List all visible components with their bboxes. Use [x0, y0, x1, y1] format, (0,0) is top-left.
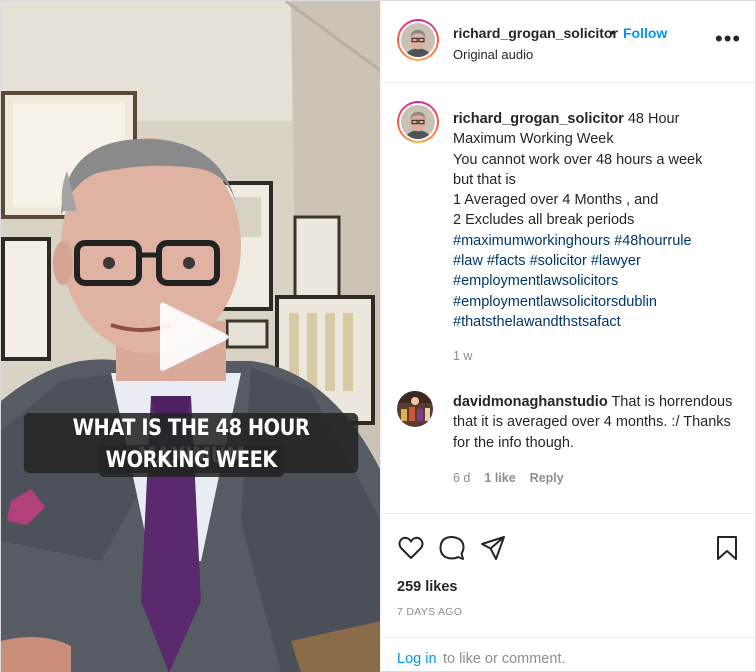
login-link[interactable]: Log in	[397, 651, 437, 667]
profile-photo	[401, 23, 435, 57]
hashtag-link[interactable]: #maximumworkinghours	[453, 233, 610, 249]
post-caption: richard_grogan_solicitor 48 Hour Maximum…	[453, 109, 743, 332]
caption-line: 2 Excludes all break periods	[453, 212, 635, 229]
overlay-text: WORKING WEEK	[98, 445, 284, 477]
post-details-panel: richard_grogan_solicitor • Follow Origin…	[380, 1, 756, 672]
instagram-post: WHAT IS THE 48 HOUR MAXIMUM WORKING WEEK	[0, 0, 756, 672]
hashtag-link[interactable]: #employmentlawsolicitorsdublin	[453, 292, 743, 312]
author-username[interactable]: richard_grogan_solicitor	[453, 25, 618, 41]
comment-icon[interactable]	[438, 534, 466, 562]
hashtag-link[interactable]: #employmentlawsolicitors	[453, 271, 743, 291]
share-icon[interactable]	[479, 534, 507, 562]
play-icon[interactable]	[156, 297, 232, 377]
caption-username[interactable]: richard_grogan_solicitor	[453, 111, 624, 127]
comment-timestamp[interactable]: 6 d	[453, 471, 470, 485]
bookmark-icon[interactable]	[713, 534, 741, 562]
post-header: richard_grogan_solicitor • Follow Origin…	[381, 1, 756, 83]
follow-button[interactable]: Follow	[623, 25, 667, 41]
caption-line: Maximum Working Week	[453, 131, 614, 148]
hashtag-link[interactable]: #thatsthelawandthstsafact	[453, 312, 743, 332]
separator-dot: •	[610, 24, 615, 40]
profile-photo	[401, 105, 435, 139]
login-prompt: Log in to like or comment.	[381, 637, 756, 672]
hashtag-link[interactable]: #law	[453, 253, 483, 269]
comment-meta: 6 d 1 like Reply	[453, 471, 564, 485]
caption-line: 1 Averaged over 4 Months , and	[453, 192, 659, 209]
caption-author-avatar[interactable]	[397, 101, 439, 143]
caption-timestamp[interactable]: 1 w	[453, 349, 472, 363]
likes-count[interactable]: 259 likes	[397, 579, 457, 595]
video-player[interactable]: WHAT IS THE 48 HOUR MAXIMUM WORKING WEEK	[1, 1, 380, 672]
hashtag-link[interactable]: #48hourrule	[614, 233, 691, 249]
audio-label[interactable]: Original audio	[453, 47, 533, 62]
login-prompt-text: to like or comment.	[443, 651, 566, 667]
reply-button[interactable]: Reply	[530, 471, 564, 485]
caption-line: You cannot work over 48 hours a week	[453, 151, 703, 168]
post-date[interactable]: 7 DAYS AGO	[397, 606, 462, 618]
action-bar	[381, 513, 756, 573]
more-options-icon[interactable]: •••	[715, 28, 741, 50]
hashtag-link[interactable]: #lawyer	[591, 253, 641, 269]
author-avatar[interactable]	[397, 19, 439, 61]
comment-likes[interactable]: 1 like	[484, 471, 515, 485]
commenter-username[interactable]: davidmonaghanstudio	[453, 394, 608, 410]
caption-line: 48 Hour	[627, 111, 680, 127]
hashtag-link[interactable]: #facts	[487, 253, 526, 269]
commenter-avatar[interactable]	[397, 391, 433, 427]
comment: davidmonaghanstudio That is horrendous t…	[453, 392, 743, 453]
video-text-overlay-line-2: WORKING WEEK	[1, 445, 380, 477]
caption-line: but that is	[453, 171, 516, 188]
heart-icon[interactable]	[397, 534, 425, 562]
hashtag-link[interactable]: #solicitor	[530, 253, 587, 269]
